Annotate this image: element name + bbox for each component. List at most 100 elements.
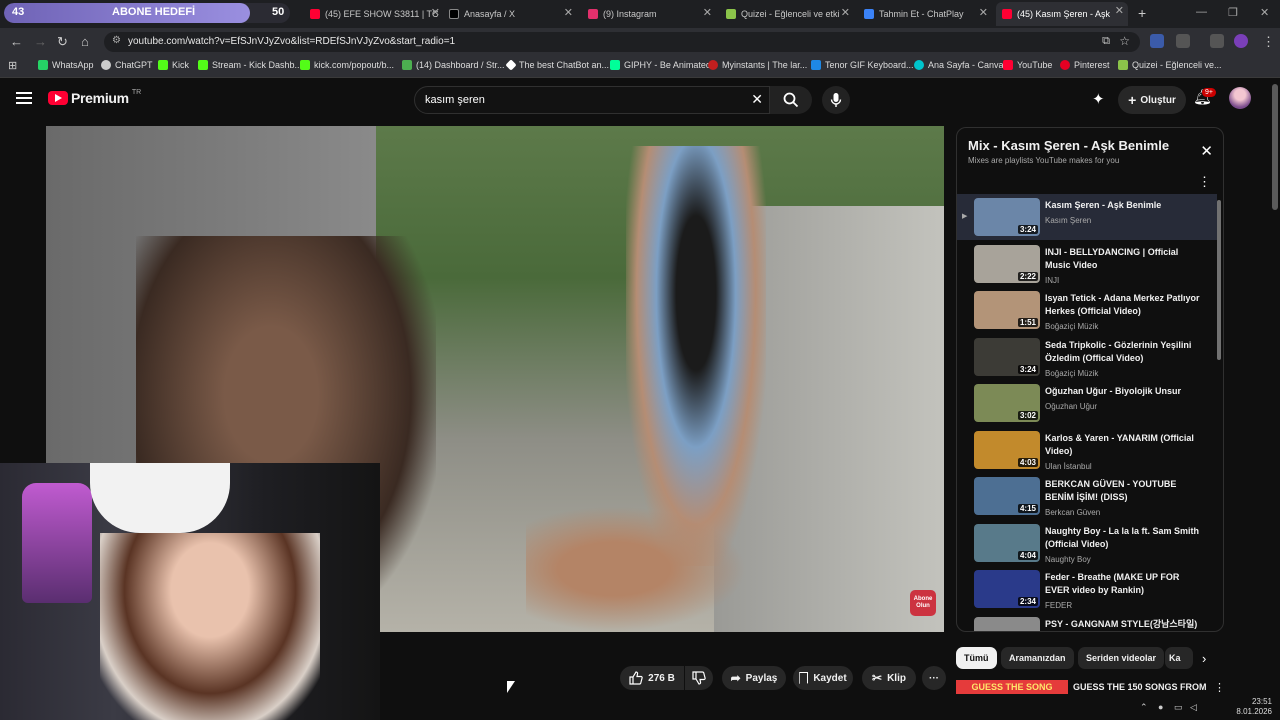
playlist-menu-icon[interactable]: ⋮ xyxy=(1198,174,1211,190)
close-tab-icon[interactable]: ✕ xyxy=(564,6,573,19)
bookmark-chatgpt[interactable]: ChatGPT xyxy=(101,60,153,70)
bookmark-kick-dashboard[interactable]: Stream - Kick Dashb... xyxy=(198,60,302,70)
close-tab-icon[interactable]: ✕ xyxy=(1115,4,1124,17)
more-actions-button[interactable]: ··· xyxy=(922,666,946,690)
search-button[interactable] xyxy=(770,86,812,114)
tab-instagram[interactable]: (9) Instagram ✕ xyxy=(588,4,712,24)
bookmark-giphy[interactable]: GIPHY - Be Animated xyxy=(610,60,711,70)
playlist-icon[interactable] xyxy=(1210,34,1224,48)
close-window-icon[interactable]: ✕ xyxy=(1260,6,1269,19)
chevron-right-icon[interactable]: › xyxy=(1202,651,1206,666)
playlist-item[interactable]: 4:15 BERKCAN GÜVEN - YOUTUBE BENİM İŞİM!… xyxy=(957,473,1217,519)
page-scrollbar[interactable] xyxy=(1272,84,1278,210)
like-button[interactable]: 276 B xyxy=(620,666,684,690)
bookmark-tenor[interactable]: Tenor GIF Keyboard... xyxy=(811,60,914,70)
forward-icon[interactable]: → xyxy=(34,34,47,49)
bookmark-star-icon[interactable]: ☆ xyxy=(1119,34,1130,48)
close-tab-icon[interactable]: ✕ xyxy=(979,6,988,19)
system-tray: ⌃ ● ▭ ◁ 23:51 8.01.2026 xyxy=(1130,696,1280,720)
hamburger-menu-icon[interactable] xyxy=(16,92,32,104)
site-info-icon[interactable]: ⚙ xyxy=(112,35,121,46)
profile-icon[interactable] xyxy=(1234,34,1248,48)
home-icon[interactable]: ⌂ xyxy=(81,34,89,49)
playlist-item[interactable]: 2:22 INJI - BELLYDANCING | Official Musi… xyxy=(957,241,1217,287)
playlist-subtitle: Mixes are playlists YouTube makes for yo… xyxy=(968,156,1120,165)
bookmark-pinterest[interactable]: Pinterest xyxy=(1060,60,1110,70)
back-icon[interactable]: ← xyxy=(10,34,23,49)
playlist-item[interactable]: 4:03 Karlos & Yaren - YANARIM (Official … xyxy=(957,427,1217,473)
video-thumbnail[interactable]: 3:24 xyxy=(974,198,1040,236)
browser-menu-icon[interactable]: ⋮ xyxy=(1262,34,1275,50)
bookmark-kick[interactable]: Kick xyxy=(158,60,189,70)
video-thumbnail[interactable]: 3:24 xyxy=(974,338,1040,376)
playlist-item[interactable]: 3:02 Oğuzhan Uğur - Biyolojik Unsur Oğuz… xyxy=(957,380,1217,426)
youtube-premium-logo[interactable]: Premium TR xyxy=(48,89,141,106)
account-avatar[interactable] xyxy=(1229,87,1251,109)
dislike-button[interactable] xyxy=(685,666,713,690)
playlist-scrollbar[interactable] xyxy=(1217,200,1221,360)
network-icon[interactable]: ▭ xyxy=(1174,702,1183,713)
apps-icon[interactable]: ⊞ xyxy=(8,59,17,72)
close-tab-icon[interactable]: ✕ xyxy=(431,6,440,19)
bookmark-kick-popout[interactable]: kick.com/popout/b... xyxy=(300,60,394,70)
playlist-item[interactable]: 3:24 Seda Tripkolic - Gözlerinin Yeşilin… xyxy=(957,334,1217,380)
video-thumbnail[interactable]: 2:34 xyxy=(974,570,1040,608)
reload-icon[interactable]: ↻ xyxy=(57,34,68,50)
tab-chatplay[interactable]: Tahmin Et - ChatPlay ✕ xyxy=(864,4,988,24)
clip-button[interactable]: ✂ Klip xyxy=(862,666,916,690)
close-playlist-icon[interactable]: ✕ xyxy=(1200,142,1213,160)
share-button[interactable]: ➦ Paylaş xyxy=(722,666,786,690)
chip-partial[interactable]: Ka xyxy=(1165,647,1193,669)
clear-search-icon[interactable]: ✕ xyxy=(751,91,763,108)
playlist-item[interactable]: 1:51 Isyan Tetick - Adana Merkez Patlıyo… xyxy=(957,287,1217,333)
video-thumbnail[interactable]: GUESS THE SONG xyxy=(956,680,1068,694)
bookmark-whatsapp[interactable]: WhatsApp xyxy=(38,60,94,70)
tray-overflow-icon[interactable]: ⌃ xyxy=(1140,702,1148,713)
new-tab-button[interactable]: + xyxy=(1138,5,1146,21)
playlist-item[interactable]: 4:04 Naughty Boy - La la la ft. Sam Smit… xyxy=(957,520,1217,566)
recommended-video[interactable]: GUESS THE SONG GUESS THE 150 SONGS FROM … xyxy=(956,680,1226,696)
video-thumbnail[interactable]: 4:03 xyxy=(974,431,1040,469)
bookmarks-bar: ⊞ WhatsApp ChatGPT Kick Stream - Kick Da… xyxy=(0,56,1280,78)
create-button[interactable]: + Oluştur xyxy=(1118,86,1186,114)
bookmark-chatbot[interactable]: The best ChatBot an... xyxy=(505,59,609,71)
tab-quizei[interactable]: Quizei - Eğlenceli ve etkile ✕ xyxy=(726,4,850,24)
tab-efe-show[interactable]: (45) EFE SHOW S3811 | TC ✕ xyxy=(310,4,440,24)
minimize-icon[interactable]: — xyxy=(1196,6,1207,18)
bookmark-quizei[interactable]: Quizei - Eğlenceli ve... xyxy=(1118,60,1222,70)
video-thumbnail[interactable]: 4:15 xyxy=(974,477,1040,515)
bookmark-canva[interactable]: Ana Sayfa - Canva xyxy=(914,60,1004,70)
system-clock[interactable]: 23:51 8.01.2026 xyxy=(1236,697,1272,717)
more-vertical-icon[interactable]: ⋮ xyxy=(1214,681,1225,694)
search-input[interactable]: kasım şeren ✕ xyxy=(414,86,770,114)
playlist-item-current[interactable]: ▶ 3:24 Kasım Şeren - Aşk Benimle Kasım Ş… xyxy=(957,194,1217,240)
subscribe-watermark[interactable]: Abone Olun xyxy=(910,590,936,616)
install-icon[interactable]: ⧉ xyxy=(1102,35,1110,48)
mic-tray-icon[interactable]: ● xyxy=(1158,702,1163,712)
bookmark-youtube[interactable]: YouTube xyxy=(1003,60,1052,70)
close-tab-icon[interactable]: ✕ xyxy=(841,6,850,19)
video-thumbnail[interactable] xyxy=(974,617,1040,631)
close-tab-icon[interactable]: ✕ xyxy=(703,6,712,19)
playlist-item[interactable]: 2:34 Feder - Breathe (MAKE UP FOR EVER v… xyxy=(957,566,1217,612)
cast-icon[interactable]: ✦ xyxy=(1092,90,1105,108)
volume-icon[interactable]: ◁ xyxy=(1190,702,1197,713)
extension-icon[interactable] xyxy=(1150,34,1164,48)
voice-search-button[interactable] xyxy=(822,86,850,114)
bookmark-myinstants[interactable]: Myinstants | The lar... xyxy=(708,60,807,70)
save-button[interactable]: Kaydet xyxy=(793,666,853,690)
video-thumbnail[interactable]: 2:22 xyxy=(974,245,1040,283)
playlist-item[interactable]: PSY - GANGNAM STYLE(강남스타일) M/V xyxy=(957,613,1217,631)
tab-kasim-seren[interactable]: (45) Kasım Şeren - Aşk Be ✕ xyxy=(996,2,1128,26)
video-thumbnail[interactable]: 3:02 xyxy=(974,384,1040,422)
maximize-icon[interactable]: ❐ xyxy=(1228,6,1238,19)
bookmark-dashboard[interactable]: (14) Dashboard / Str... xyxy=(402,60,505,70)
puzzle-icon[interactable] xyxy=(1176,34,1190,48)
video-thumbnail[interactable]: 4:04 xyxy=(974,524,1040,562)
tab-x[interactable]: Anasayfa / X ✕ xyxy=(449,4,573,24)
chip-from-series[interactable]: Seriden videolar xyxy=(1078,647,1165,669)
chip-from-search[interactable]: Aramanızdan xyxy=(1001,647,1074,669)
url-bar[interactable]: ⚙ youtube.com/watch?v=EfSJnVJyZvo&list=R… xyxy=(104,32,1140,52)
video-thumbnail[interactable]: 1:51 xyxy=(974,291,1040,329)
chip-all[interactable]: Tümü xyxy=(956,647,997,669)
